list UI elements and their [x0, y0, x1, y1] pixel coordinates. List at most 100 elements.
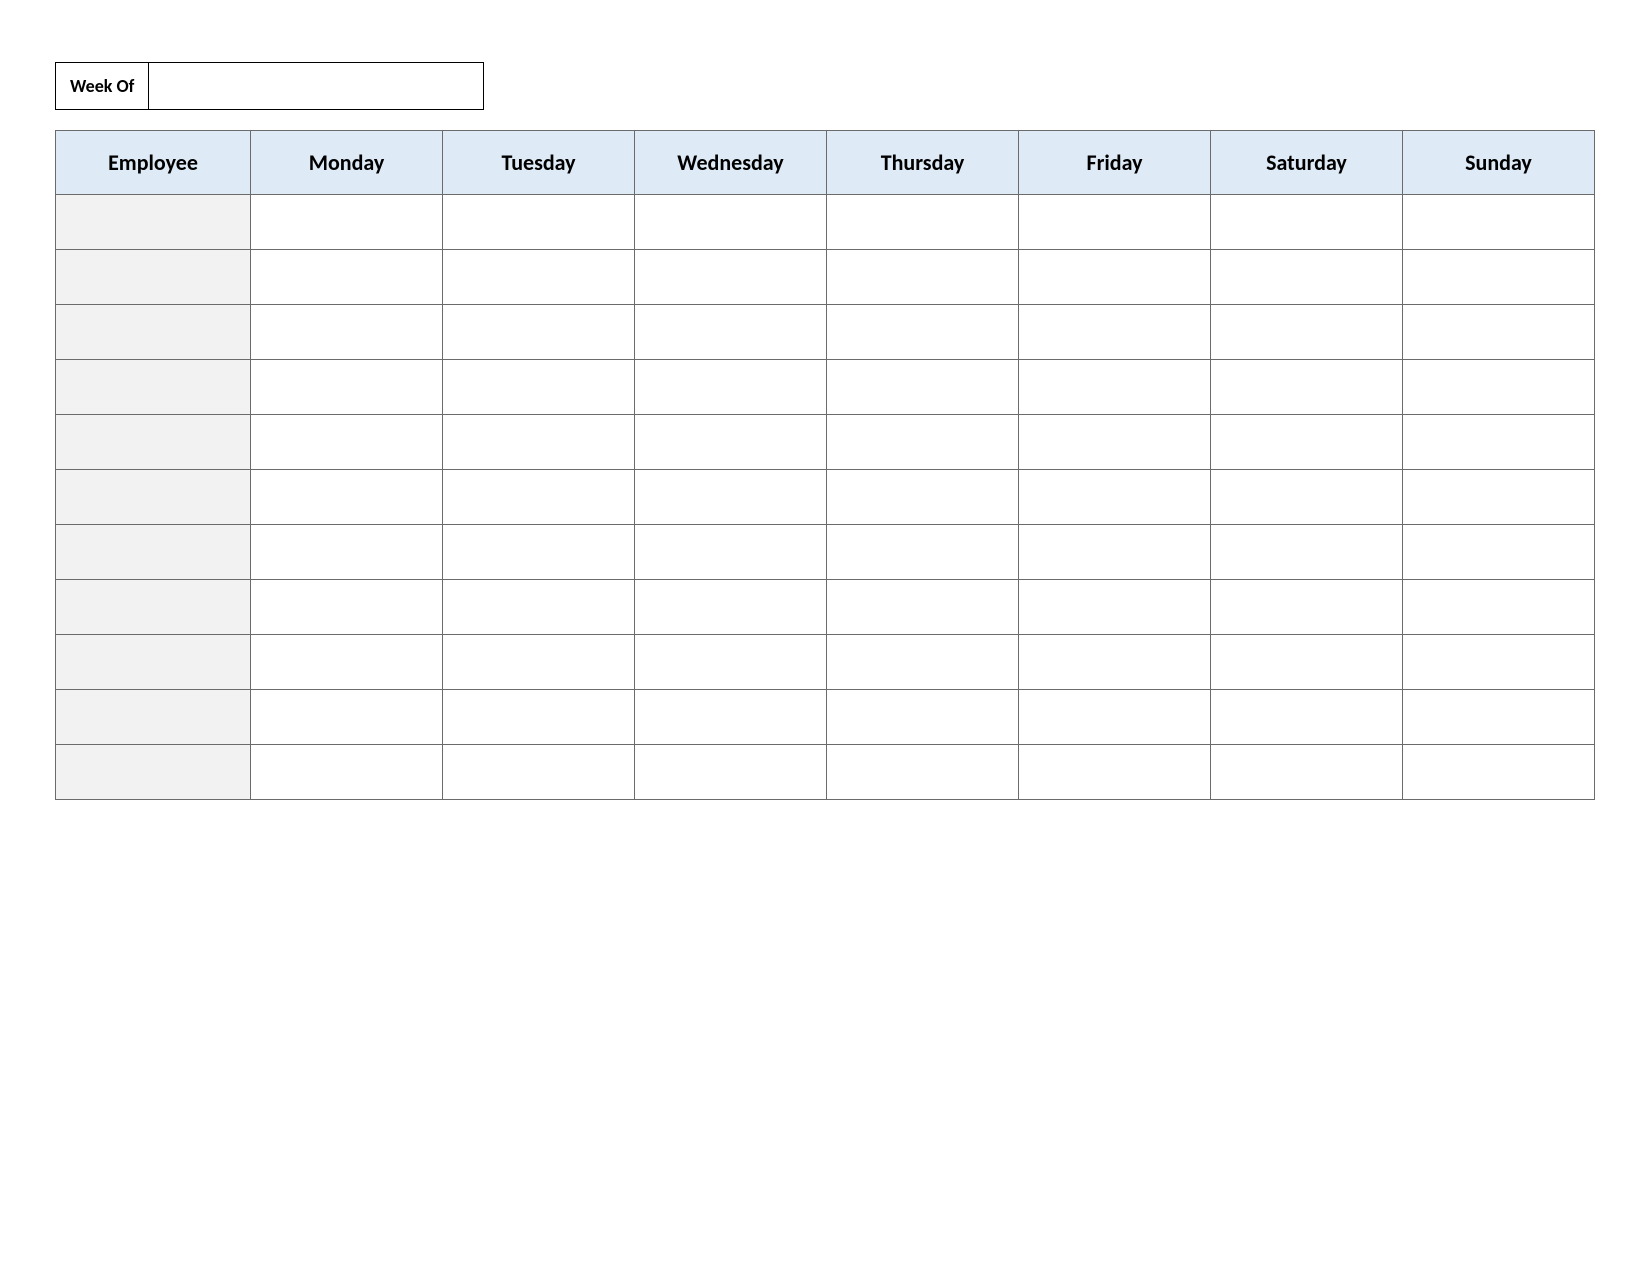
day-cell[interactable] — [1019, 580, 1211, 635]
day-cell[interactable] — [1403, 745, 1595, 800]
day-cell[interactable] — [1403, 305, 1595, 360]
day-cell[interactable] — [635, 360, 827, 415]
day-cell[interactable] — [1211, 305, 1403, 360]
day-cell[interactable] — [1403, 360, 1595, 415]
day-cell[interactable] — [1403, 635, 1595, 690]
day-cell[interactable] — [443, 690, 635, 745]
schedule-table: Employee Monday Tuesday Wednesday Thursd… — [55, 130, 1595, 800]
day-cell[interactable] — [251, 415, 443, 470]
day-cell[interactable] — [635, 250, 827, 305]
day-cell[interactable] — [251, 580, 443, 635]
day-cell[interactable] — [251, 250, 443, 305]
day-cell[interactable] — [635, 745, 827, 800]
day-cell[interactable] — [443, 250, 635, 305]
day-cell[interactable] — [1019, 195, 1211, 250]
table-row — [56, 690, 1595, 745]
day-cell[interactable] — [1019, 415, 1211, 470]
table-row — [56, 305, 1595, 360]
day-cell[interactable] — [251, 635, 443, 690]
employee-cell[interactable] — [56, 745, 251, 800]
day-cell[interactable] — [827, 470, 1019, 525]
day-cell[interactable] — [251, 745, 443, 800]
day-cell[interactable] — [827, 415, 1019, 470]
employee-cell[interactable] — [56, 580, 251, 635]
header-saturday: Saturday — [1211, 131, 1403, 195]
day-cell[interactable] — [827, 195, 1019, 250]
day-cell[interactable] — [443, 745, 635, 800]
day-cell[interactable] — [1019, 690, 1211, 745]
day-cell[interactable] — [827, 305, 1019, 360]
day-cell[interactable] — [1019, 360, 1211, 415]
table-row — [56, 470, 1595, 525]
employee-cell[interactable] — [56, 525, 251, 580]
employee-cell[interactable] — [56, 635, 251, 690]
employee-cell[interactable] — [56, 415, 251, 470]
day-cell[interactable] — [1211, 745, 1403, 800]
day-cell[interactable] — [635, 305, 827, 360]
day-cell[interactable] — [1019, 525, 1211, 580]
header-monday: Monday — [251, 131, 443, 195]
day-cell[interactable] — [635, 635, 827, 690]
header-wednesday: Wednesday — [635, 131, 827, 195]
day-cell[interactable] — [1019, 250, 1211, 305]
table-row — [56, 195, 1595, 250]
day-cell[interactable] — [827, 635, 1019, 690]
day-cell[interactable] — [635, 525, 827, 580]
day-cell[interactable] — [827, 690, 1019, 745]
day-cell[interactable] — [443, 415, 635, 470]
employee-cell[interactable] — [56, 305, 251, 360]
day-cell[interactable] — [1019, 470, 1211, 525]
employee-cell[interactable] — [56, 690, 251, 745]
day-cell[interactable] — [635, 580, 827, 635]
day-cell[interactable] — [1211, 525, 1403, 580]
day-cell[interactable] — [443, 470, 635, 525]
day-cell[interactable] — [1211, 415, 1403, 470]
day-cell[interactable] — [1403, 690, 1595, 745]
day-cell[interactable] — [827, 745, 1019, 800]
day-cell[interactable] — [1211, 635, 1403, 690]
week-of-value[interactable] — [149, 62, 484, 110]
day-cell[interactable] — [827, 525, 1019, 580]
day-cell[interactable] — [1211, 690, 1403, 745]
day-cell[interactable] — [827, 250, 1019, 305]
day-cell[interactable] — [443, 360, 635, 415]
day-cell[interactable] — [443, 305, 635, 360]
day-cell[interactable] — [443, 195, 635, 250]
employee-cell[interactable] — [56, 250, 251, 305]
day-cell[interactable] — [1211, 580, 1403, 635]
day-cell[interactable] — [635, 195, 827, 250]
day-cell[interactable] — [251, 470, 443, 525]
day-cell[interactable] — [251, 305, 443, 360]
day-cell[interactable] — [1211, 470, 1403, 525]
day-cell[interactable] — [1403, 250, 1595, 305]
day-cell[interactable] — [1403, 525, 1595, 580]
day-cell[interactable] — [1211, 250, 1403, 305]
header-friday: Friday — [1019, 131, 1211, 195]
employee-cell[interactable] — [56, 470, 251, 525]
day-cell[interactable] — [1403, 580, 1595, 635]
day-cell[interactable] — [827, 580, 1019, 635]
employee-cell[interactable] — [56, 360, 251, 415]
day-cell[interactable] — [251, 195, 443, 250]
day-cell[interactable] — [251, 690, 443, 745]
day-cell[interactable] — [1211, 360, 1403, 415]
day-cell[interactable] — [1211, 195, 1403, 250]
day-cell[interactable] — [443, 525, 635, 580]
day-cell[interactable] — [251, 360, 443, 415]
day-cell[interactable] — [1019, 745, 1211, 800]
day-cell[interactable] — [1403, 470, 1595, 525]
day-cell[interactable] — [635, 470, 827, 525]
day-cell[interactable] — [1019, 635, 1211, 690]
day-cell[interactable] — [1019, 305, 1211, 360]
day-cell[interactable] — [443, 635, 635, 690]
day-cell[interactable] — [1403, 195, 1595, 250]
day-cell[interactable] — [635, 415, 827, 470]
day-cell[interactable] — [827, 360, 1019, 415]
table-row — [56, 525, 1595, 580]
employee-cell[interactable] — [56, 195, 251, 250]
day-cell[interactable] — [635, 690, 827, 745]
day-cell[interactable] — [443, 580, 635, 635]
day-cell[interactable] — [251, 525, 443, 580]
week-of-label: Week Of — [55, 62, 149, 110]
day-cell[interactable] — [1403, 415, 1595, 470]
